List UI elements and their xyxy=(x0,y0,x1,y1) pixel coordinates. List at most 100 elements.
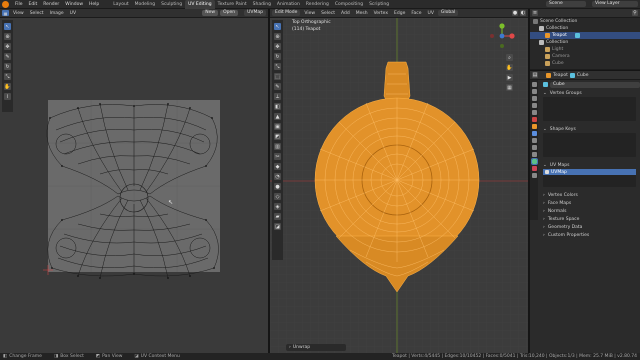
texture-tab-icon[interactable] xyxy=(531,173,537,178)
crosshair-icon[interactable]: ⊕ xyxy=(274,33,281,40)
transform-icon[interactable]: ⬚ xyxy=(274,73,281,80)
shading-solid-icon[interactable]: ● xyxy=(512,10,518,16)
object-tab-icon[interactable] xyxy=(531,124,537,129)
outliner-row[interactable]: Cube xyxy=(530,60,640,67)
constraints-tab-icon[interactable] xyxy=(531,152,537,157)
loop-cut-icon[interactable]: ▥ xyxy=(274,143,281,150)
outliner-row[interactable]: Camera xyxy=(530,53,640,60)
pan-hand-icon[interactable]: ✋ xyxy=(506,64,513,71)
scene-tab-icon[interactable] xyxy=(531,110,537,115)
extrude-icon[interactable]: ▲ xyxy=(274,113,281,120)
spin-icon[interactable]: ◔ xyxy=(274,173,281,180)
vp-menu-vertex[interactable]: Vertex xyxy=(372,11,390,16)
render-tab-icon[interactable] xyxy=(531,89,537,94)
outliner-row[interactable]: Scene Collection xyxy=(530,18,640,25)
vp-menu-view[interactable]: View xyxy=(302,11,317,16)
inset-icon[interactable]: ▣ xyxy=(274,123,281,130)
vertex-groups-panel[interactable]: ⌄ Vertex Groups xyxy=(539,89,640,97)
custom-properties-panel[interactable]: › Custom Properties xyxy=(539,231,640,239)
uv-editor-canvas[interactable]: ↖ ⊕ ✥ ✎ ↻ ⤡ ✋ ⌇ ↖ xyxy=(0,18,268,353)
vertex-colors-panel[interactable]: › Vertex Colors xyxy=(539,191,640,199)
knife-icon[interactable]: ✂ xyxy=(274,153,281,160)
transform-orientation[interactable]: Global xyxy=(437,10,459,16)
add-cube-icon[interactable]: ◧ xyxy=(274,103,281,110)
outliner-row[interactable]: Collection xyxy=(530,25,640,32)
menu-help[interactable]: Help xyxy=(86,0,102,9)
modifier-tab-icon[interactable] xyxy=(531,131,537,136)
vp-menu-mesh[interactable]: Mesh xyxy=(354,11,370,16)
filter-icon[interactable]: ⚲ xyxy=(632,10,638,16)
smooth-icon[interactable]: ● xyxy=(274,183,281,190)
shrink-icon[interactable]: ◈ xyxy=(274,203,281,210)
tab-layout[interactable]: Layout xyxy=(110,0,131,9)
outliner-row[interactable]: Light xyxy=(530,46,640,53)
geometry-data-panel[interactable]: › Geometry Data xyxy=(539,223,640,231)
new-image-button[interactable]: New xyxy=(202,10,219,16)
particles-tab-icon[interactable] xyxy=(531,138,537,143)
zoom-icon[interactable]: ⌕ xyxy=(506,54,513,61)
vertex-groups-list[interactable] xyxy=(543,97,636,121)
pencil-icon[interactable]: ✎ xyxy=(274,83,281,90)
texture-space-panel[interactable]: › Texture Space xyxy=(539,215,640,223)
vp-menu-add[interactable]: Add xyxy=(339,11,352,16)
tab-compositing[interactable]: Compositing xyxy=(332,0,366,9)
vp-menu-select[interactable]: Select xyxy=(319,11,337,16)
overlay-icon[interactable]: ◐ xyxy=(520,10,526,16)
physics-tab-icon[interactable] xyxy=(531,145,537,150)
tab-rendering[interactable]: Rendering xyxy=(303,0,332,9)
operator-panel[interactable]: › Unwrap xyxy=(286,344,346,351)
normals-panel[interactable]: › Normals xyxy=(539,207,640,215)
properties-type-icon[interactable]: ▤ xyxy=(532,72,538,78)
menu-file[interactable]: File xyxy=(12,0,26,9)
uv-menu-image[interactable]: Image xyxy=(48,11,66,16)
shear-icon[interactable]: ▰ xyxy=(274,213,281,220)
outliner-row[interactable]: Collection xyxy=(530,39,640,46)
rip-icon[interactable]: ◪ xyxy=(274,223,281,230)
tab-texture-paint[interactable]: Texture Paint xyxy=(215,0,250,9)
view-layer-selector[interactable]: View Layer xyxy=(592,1,638,7)
tab-uv-editing[interactable]: UV Editing xyxy=(185,0,215,9)
vp-menu-face[interactable]: Face xyxy=(409,11,423,16)
outliner-row-selected[interactable]: Teapot xyxy=(530,32,640,39)
face-maps-panel[interactable]: › Face Maps xyxy=(539,199,640,207)
uvmap-selector[interactable]: UVMap xyxy=(244,10,266,16)
viewport-3d[interactable]: Top Orthographic (114) Teapot ↖ ⊕ ✥ ↻ ⤡ … xyxy=(270,18,528,353)
world-tab-icon[interactable] xyxy=(531,117,537,122)
tool-tab-icon[interactable] xyxy=(531,82,537,87)
bevel-icon[interactable]: ◩ xyxy=(274,133,281,140)
scale-icon[interactable]: ⤡ xyxy=(274,63,281,70)
data-block-name[interactable]: Cube xyxy=(550,81,640,88)
scene-selector[interactable]: Scene xyxy=(546,1,586,7)
camera-icon[interactable]: ▶ xyxy=(506,74,513,81)
outliner-type-icon[interactable]: ≡ xyxy=(532,10,538,16)
move-icon[interactable]: ✥ xyxy=(274,43,281,50)
open-image-button[interactable]: Open xyxy=(220,10,239,16)
menu-edit[interactable]: Edit xyxy=(26,0,41,9)
shape-keys-panel[interactable]: ⌄ Shape Keys xyxy=(539,125,640,133)
tab-sculpting[interactable]: Sculpting xyxy=(158,0,185,9)
edge-slide-icon[interactable]: ◇ xyxy=(274,193,281,200)
uv-editor-type-icon[interactable]: ▦ xyxy=(2,10,9,16)
view-layer-tab-icon[interactable] xyxy=(531,103,537,108)
output-tab-icon[interactable] xyxy=(531,96,537,101)
ortho-grid-icon[interactable]: ▦ xyxy=(506,84,513,91)
menu-window[interactable]: Window xyxy=(62,0,86,9)
uv-menu-uv[interactable]: UV xyxy=(68,11,78,16)
blender-logo-icon[interactable] xyxy=(2,0,9,8)
vp-menu-uv[interactable]: UV xyxy=(426,11,436,16)
uv-map-item[interactable]: UVMap xyxy=(543,169,636,175)
vp-menu-edge[interactable]: Edge xyxy=(392,11,407,16)
navigation-gizmo[interactable] xyxy=(488,22,516,50)
uv-maps-list[interactable]: UVMap xyxy=(543,169,636,187)
material-tab-icon[interactable] xyxy=(531,166,537,171)
data-tab-icon[interactable] xyxy=(530,158,538,165)
mode-selector[interactable]: Edit Mode xyxy=(272,10,301,16)
tab-shading[interactable]: Shading xyxy=(250,0,274,9)
shape-keys-list[interactable] xyxy=(543,133,636,157)
tab-modeling[interactable]: Modeling xyxy=(132,0,158,9)
rotate-icon[interactable]: ↻ xyxy=(274,53,281,60)
tab-scripting[interactable]: Scripting xyxy=(366,0,392,9)
menu-render[interactable]: Render xyxy=(40,0,62,9)
uv-menu-select[interactable]: Select xyxy=(28,11,46,16)
measure-icon[interactable]: ⟂ xyxy=(274,93,281,100)
